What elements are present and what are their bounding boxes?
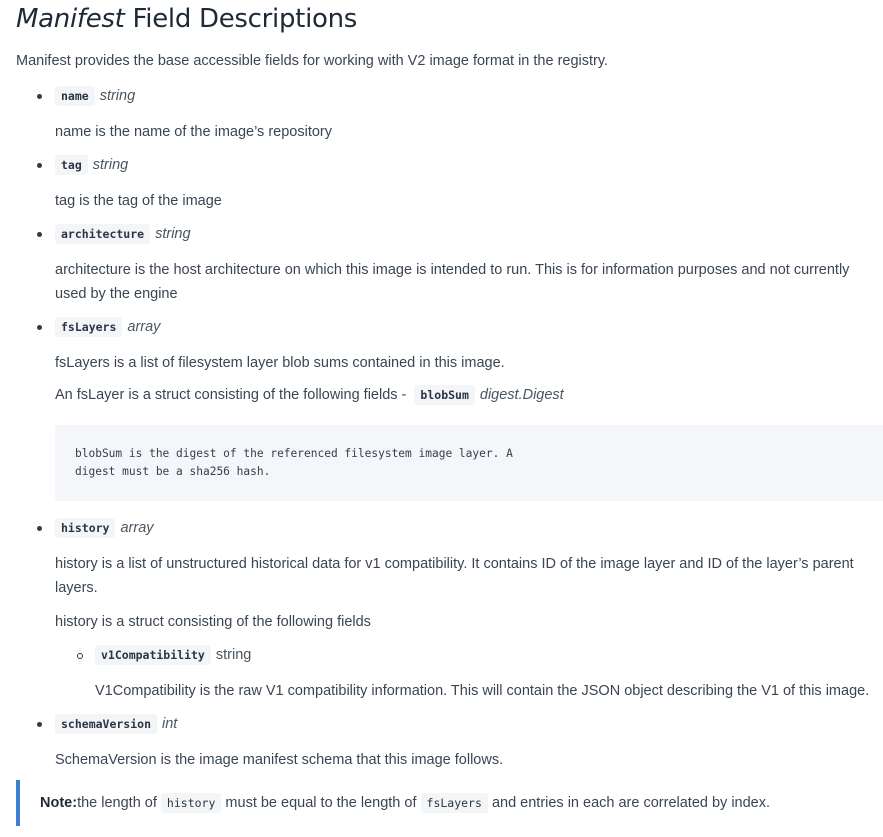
field-desc: fsLayers is a list of filesystem layer b… <box>55 355 505 371</box>
code-block: blobSum is the digest of the referenced … <box>55 425 883 501</box>
field-code: fsLayers <box>55 317 123 337</box>
field-type: string <box>155 226 191 242</box>
field-schemaversion: schemaVersion int <box>55 714 178 734</box>
field-desc: history is a list of unstructured histor… <box>55 556 854 596</box>
field-code: schemaVersion <box>55 714 158 734</box>
bullet-icon <box>37 526 42 531</box>
page-title: Manifest Field Descriptions <box>16 4 357 34</box>
field-code: architecture <box>55 224 151 244</box>
field-desc: SchemaVersion is the image manifest sche… <box>55 752 504 768</box>
hollow-bullet-icon <box>77 653 83 659</box>
fslayer-struct-line: An fsLayer is a struct consisting of the… <box>55 385 564 405</box>
field-code: tag <box>55 155 88 175</box>
bullet-icon <box>37 232 42 237</box>
title-italic: Manifest <box>16 4 125 34</box>
struct-prefix: An fsLayer is a struct consisting of the… <box>55 387 407 403</box>
field-type: array <box>120 520 154 536</box>
field-type: int <box>162 716 178 732</box>
field-type: string <box>92 157 129 173</box>
sub-field-code: v1Compatibility <box>95 645 211 665</box>
manifest-doc: Manifest Field Descriptions Manifest pro… <box>0 0 883 837</box>
intro-text: Manifest provides the base accessible fi… <box>16 53 609 69</box>
field-desc: name is the name of the image’s reposito… <box>55 124 332 140</box>
bullet-icon <box>37 722 42 727</box>
note-label: Note: <box>40 795 78 811</box>
bullet-icon <box>37 94 42 99</box>
sub-field-desc: V1Compatibility is the raw V1 compatibil… <box>95 683 870 699</box>
sub-field-v1compatibility: v1Compatibility string <box>95 645 252 665</box>
note-callout: Note:the length of history must be equal… <box>16 780 883 826</box>
history-struct-text: history is a struct consisting of the fo… <box>55 614 371 630</box>
title-rest: Field Descriptions <box>132 4 358 34</box>
note-text-2: must be equal to the length of <box>225 795 417 811</box>
field-architecture: architecture string <box>55 224 191 244</box>
field-history: history array <box>55 518 154 538</box>
sub-field-type: string <box>215 647 252 663</box>
field-code: name <box>55 86 95 106</box>
sub-field-type: digest.Digest <box>479 387 564 403</box>
note-code-fslayers: fsLayers <box>420 793 488 813</box>
sub-field-code: blobSum <box>414 385 475 405</box>
note-code-history: history <box>160 793 222 813</box>
field-tag: tag string <box>55 155 129 175</box>
field-name: name string <box>55 86 136 106</box>
note-text-1: the length of <box>77 795 157 811</box>
field-desc: architecture is the host architecture on… <box>55 262 850 302</box>
field-type: array <box>127 319 161 335</box>
field-type: string <box>99 88 136 104</box>
note-text-3: and entries in each are correlated by in… <box>491 795 771 811</box>
bullet-icon <box>37 163 42 168</box>
field-desc: tag is the tag of the image <box>55 193 222 209</box>
field-fslayers: fsLayers array <box>55 317 161 337</box>
bullet-icon <box>37 325 42 330</box>
field-code: history <box>55 518 116 538</box>
